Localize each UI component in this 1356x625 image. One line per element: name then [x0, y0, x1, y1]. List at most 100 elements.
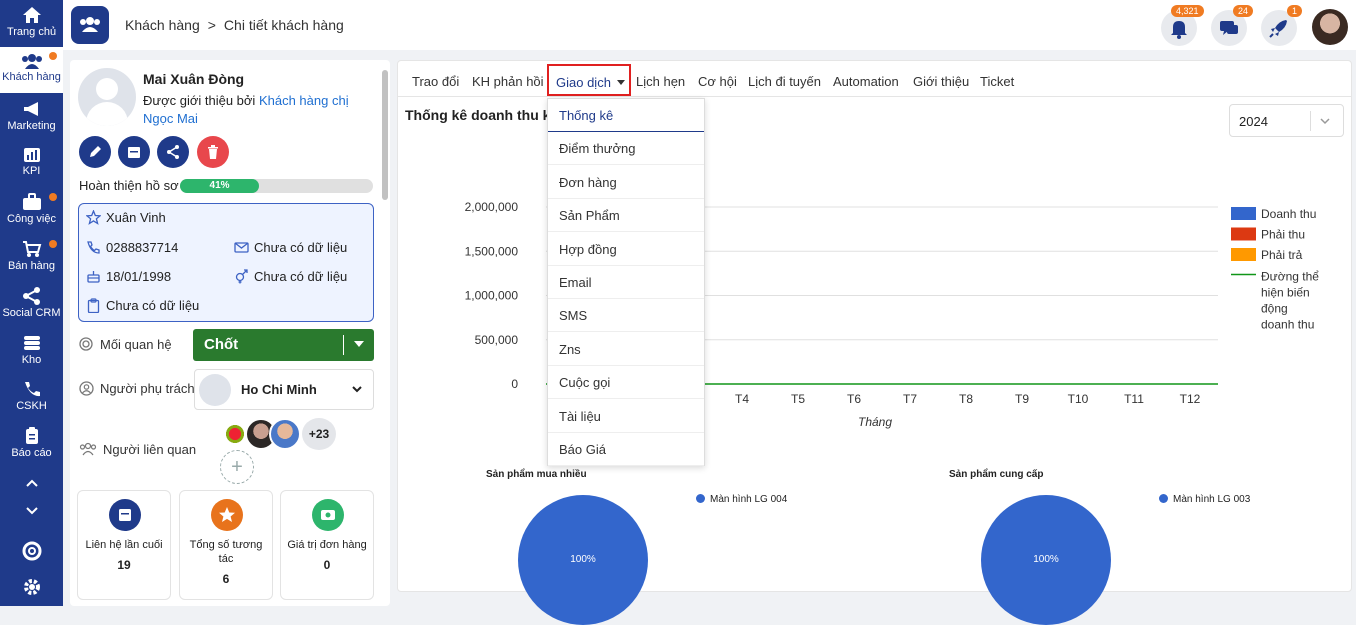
schedule-button[interactable] [118, 136, 150, 168]
chevron-down-icon [352, 386, 362, 393]
dropdown-item[interactable]: SMS [548, 299, 704, 333]
rocket-badge: 1 [1287, 5, 1303, 17]
pie-slice-label: 100% [1033, 554, 1059, 565]
nav-scroll-down-button[interactable] [0, 506, 63, 518]
x-tick-label: T10 [1068, 392, 1089, 406]
stat-label: Liên hệ lần cuối [85, 539, 163, 551]
dropdown-item[interactable]: Sản Phẩm [548, 199, 704, 233]
birthday-value: 18/01/1998 [106, 269, 172, 284]
tab-appointments[interactable]: Lịch hẹn [636, 74, 685, 89]
add-related-button[interactable]: + [220, 450, 254, 484]
gender-icon [235, 269, 248, 284]
more-related-badge[interactable]: +23 [302, 418, 336, 450]
dropdown-item[interactable]: Báo Giá [548, 433, 704, 466]
star-icon [86, 210, 101, 225]
calendar-icon [109, 499, 141, 531]
delete-button[interactable] [197, 136, 229, 168]
dropdown-item[interactable]: Zns [548, 333, 704, 366]
messages-button[interactable]: 24 [1211, 5, 1254, 46]
settings-button[interactable] [0, 577, 63, 599]
legend-swatch [1231, 248, 1256, 261]
pie-slice-label: 100% [570, 554, 596, 565]
nav-scroll-up-button[interactable] [0, 478, 63, 490]
tab-bar: Trao đổi KH phản hồi Giao dịch Lịch hẹn … [398, 61, 1351, 97]
breadcrumb-parent[interactable]: Khách hàng [125, 17, 200, 33]
nav-item-sales[interactable]: Bán hàng [0, 240, 63, 272]
legend-label: động [1261, 302, 1288, 316]
star-icon [211, 499, 243, 531]
tab-transactions[interactable]: Giao dịch [547, 64, 631, 96]
dropdown-item[interactable]: Tài liệu [548, 400, 704, 433]
tab-opportunities[interactable]: Cơ hội [698, 74, 737, 89]
breadcrumb: Khách hàng > Chi tiết khách hàng [125, 17, 344, 33]
pie-title: Sản phẩm cung cấp [949, 469, 1044, 480]
phone-value[interactable]: 0288837714 [106, 240, 178, 255]
dropdown-item[interactable]: Thống kê [548, 99, 704, 132]
tab-routes[interactable]: Lịch đi tuyến [748, 74, 821, 89]
whats-new-button[interactable]: 1 [1261, 5, 1303, 46]
tab-ticket[interactable]: Ticket [980, 74, 1014, 89]
legend-swatch [1231, 227, 1256, 241]
top-bar: Khách hàng > Chi tiết khách hàng 4,321 24 … [63, 0, 1356, 50]
dropdown-item[interactable]: Điểm thưởng [548, 132, 704, 166]
nav-item-tasks[interactable]: Công việc [0, 193, 63, 225]
tab-feedback[interactable]: KH phản hồi [472, 74, 544, 89]
share-button[interactable] [157, 136, 189, 168]
edit-button[interactable] [79, 136, 111, 168]
owner-select[interactable]: Ho Chi Minh [194, 369, 374, 410]
stat-value: 0 [323, 558, 331, 572]
support-button[interactable] [0, 541, 63, 563]
completion-progress: 41% [180, 179, 373, 193]
nav-item-cskh[interactable]: CSKH [0, 380, 63, 412]
scrollbar[interactable] [382, 70, 388, 200]
legend-label: Phải trả [1261, 248, 1303, 262]
nav-item-marketing[interactable]: Marketing [0, 100, 63, 132]
year-select[interactable]: 2024 [1229, 104, 1344, 137]
tab-automation[interactable]: Automation [833, 74, 899, 89]
dropdown-item[interactable]: Đơn hàng [548, 166, 704, 199]
legend-label: Đường thể [1261, 270, 1319, 284]
nav-label: Khách hàng [2, 71, 61, 83]
pencil-icon [90, 146, 101, 157]
dropdown-item[interactable]: Email [548, 266, 704, 299]
report-icon [25, 427, 38, 444]
legend-label: doanh thu [1261, 318, 1314, 332]
x-tick-label: T12 [1180, 392, 1201, 406]
nav-label: Kho [21, 354, 42, 366]
dropdown-item[interactable]: Cuộc gọi [548, 366, 704, 400]
share-icon [167, 145, 179, 159]
gender-value: Chưa có dữ liệu [254, 269, 348, 284]
legend-label: Phải thu [1261, 228, 1305, 242]
nav-label: Báo cáo [11, 447, 52, 459]
section-title: Thống kê doanh thu kh [405, 107, 559, 123]
stat-card-order-value: Giá trị đơn hàng 0 [280, 490, 374, 600]
tab-exchange[interactable]: Trao đổi [412, 74, 459, 89]
related-avatar[interactable] [269, 418, 301, 450]
x-axis-label: Tháng [858, 415, 892, 429]
notification-dot [49, 240, 57, 248]
notification-dot [49, 52, 57, 60]
nav-item-reports[interactable]: Báo cáo [0, 427, 63, 459]
nav-item-warehouse[interactable]: Kho [0, 334, 63, 366]
relationship-select[interactable]: Chốt [193, 329, 374, 361]
notifications-button[interactable]: 4,321 [1161, 5, 1204, 46]
nav-label: Marketing [7, 120, 56, 132]
customer-profile-panel: Mai Xuân Đòng Được giới thiệu bởi Khách … [70, 60, 390, 606]
owner-value: Ho Chi Minh [241, 382, 317, 397]
breadcrumb-separator: > [207, 17, 216, 33]
nav-item-social-crm[interactable]: Social CRM [0, 287, 63, 319]
nav-item-customers[interactable]: Khách hàng [0, 47, 63, 93]
nav-item-kpi[interactable]: KPI [0, 147, 63, 177]
dropdown-item[interactable]: Hợp đồng [548, 233, 704, 266]
lifebuoy-icon [22, 541, 41, 561]
user-avatar[interactable] [1312, 9, 1348, 45]
relationship-label: Mối quan hệ [100, 337, 172, 352]
revenue-chart: 2,000,000 1,500,000 1,000,000 500,000 0 T4 T5 T… [465, 200, 1320, 429]
nav-item-home[interactable]: Trang chủ [0, 6, 63, 46]
completion-value: 41% [180, 179, 260, 193]
tab-referrals[interactable]: Giới thiệu [913, 74, 969, 89]
cart-icon [22, 241, 41, 257]
owner-label: Người phụ trách [100, 381, 195, 396]
chevron-down-icon [25, 507, 38, 515]
x-tick-label: T5 [791, 392, 805, 406]
